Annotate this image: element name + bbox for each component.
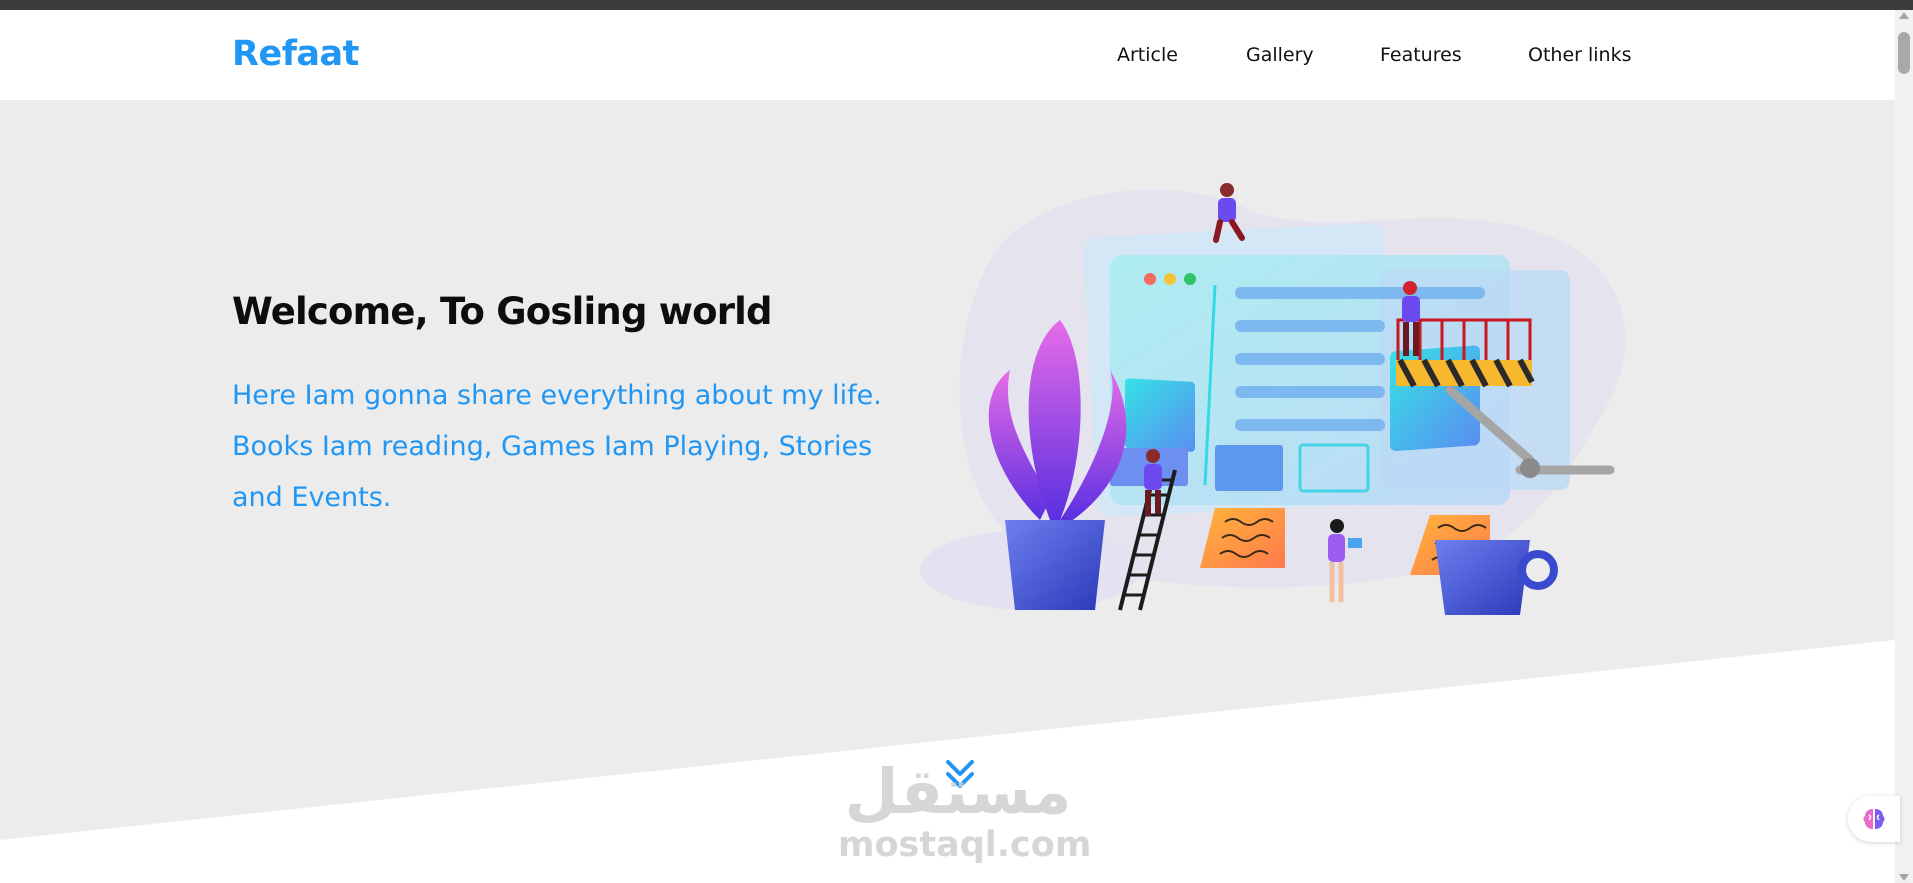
- hero-illustration: [920, 183, 1626, 615]
- watermark-logo: مستقل mostaql.com: [838, 755, 1092, 875]
- watermark-arabic: مستقل: [844, 755, 1072, 828]
- nav-link-gallery[interactable]: Gallery: [1246, 44, 1314, 66]
- scroll-thumb[interactable]: [1898, 32, 1910, 74]
- scroll-down-arrow-icon[interactable]: [1899, 874, 1909, 881]
- hero-paragraph: Here Iam gonna share everything about my…: [232, 380, 882, 513]
- nav-link-other-links[interactable]: Other links: [1528, 44, 1632, 66]
- brain-icon: [1863, 809, 1885, 829]
- nav-link-article[interactable]: Article: [1117, 44, 1178, 66]
- site-header: Refaat Article Gallery Features Other li…: [0, 10, 1895, 100]
- hero-title: Welcome, To Gosling world: [232, 290, 773, 333]
- window-top-strip: [0, 0, 1913, 10]
- scroll-up-arrow-icon[interactable]: [1899, 12, 1909, 19]
- site-logo[interactable]: Refaat: [232, 34, 359, 74]
- extension-button[interactable]: [1848, 796, 1900, 842]
- nav-link-features[interactable]: Features: [1380, 44, 1462, 66]
- vertical-scrollbar[interactable]: [1895, 10, 1913, 883]
- watermark-latin: mostaql.com: [838, 825, 1092, 865]
